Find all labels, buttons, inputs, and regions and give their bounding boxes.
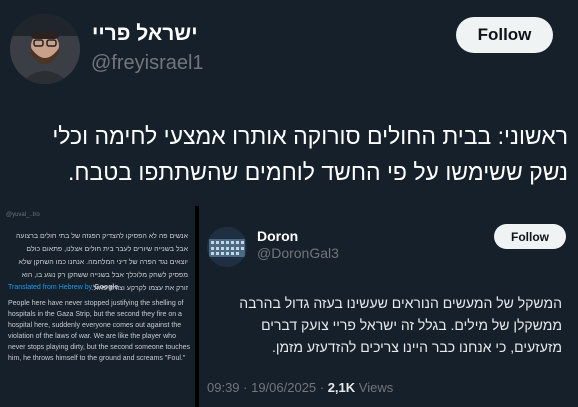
translated-label: Translated from Hebrew by <box>8 284 93 291</box>
google-logo: Google <box>94 284 119 291</box>
reply-author-handle[interactable]: @DoronGal3 <box>257 245 339 261</box>
translated-note: Translated from Hebrew by Google <box>8 284 118 291</box>
reply-follow-button[interactable]: Follow <box>494 224 566 249</box>
quoted-tweet-screenshot: @yuval_..tro אנשים פה לא הפסיקו להצדיק ה… <box>0 206 197 407</box>
views-count: 2,1K <box>327 380 356 395</box>
follow-button[interactable]: Follow <box>456 17 553 53</box>
tweet-meta: 09:39 · 19/06/2025 · 2,1K Views <box>207 380 393 395</box>
author-avatar[interactable] <box>10 14 80 84</box>
quoted-english-text: People here have never stopped justifyin… <box>8 300 190 362</box>
reply-tweet: Doron @DoronGal3 Follow המשקל של המעשים … <box>199 206 578 407</box>
reply-author-name[interactable]: Doron <box>257 228 298 244</box>
quoted-handle: @yuval_..tro <box>6 212 40 218</box>
author-name[interactable]: ישראל פריי <box>92 22 198 46</box>
avatar-photo-icon <box>207 227 247 267</box>
views-label: Views <box>355 380 394 395</box>
author-handle[interactable]: @freyisrael1 <box>91 52 204 75</box>
reply-avatar[interactable] <box>207 227 247 267</box>
main-tweet: ישראל פריי @freyisrael1 Follow ראשוני: ב… <box>0 0 578 206</box>
avatar-photo-icon <box>10 14 80 84</box>
tweet-timestamp[interactable]: 09:39 · 19/06/2025 · <box>207 380 328 395</box>
reply-text: המשקל של המעשים הנוראים שעשינו בעזה גדול… <box>239 295 562 355</box>
tweet-text: ראשוני: בבית החולים סורוקה אותרו אמצעי ל… <box>52 123 568 185</box>
